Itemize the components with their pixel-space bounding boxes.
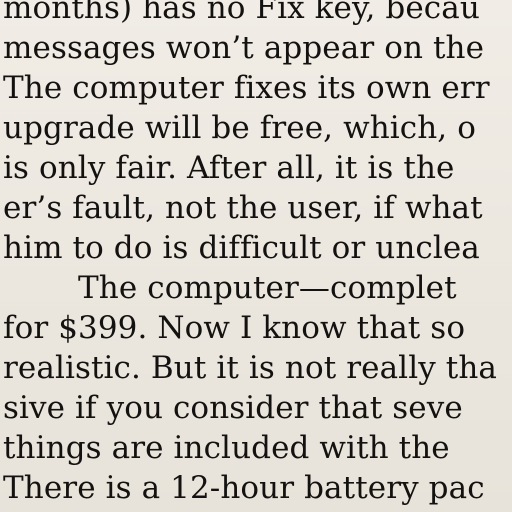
- text-line-1: months) has no Fix key, becau: [3, 0, 480, 26]
- text-line-6: er’s fault, not the user, if what: [3, 190, 483, 226]
- text-line-2: messages won’t appear on the: [3, 30, 485, 66]
- text-line-3: The computer fixes its own err: [3, 70, 490, 106]
- text-line-5: is only fair. After all, it is the: [3, 150, 455, 186]
- text-line-9: for $399. Now I know that so: [3, 310, 466, 346]
- text-line-13: There is a 12-hour battery pac: [3, 470, 485, 506]
- text-line-7: him to do is difficult or unclea: [3, 230, 480, 266]
- text-line-4: upgrade will be free, which, o: [3, 110, 476, 146]
- text-line-12: things are included with the: [3, 430, 450, 466]
- newspaper-clipping: months) has no Fix key, becau messages w…: [0, 0, 512, 512]
- text-line-8-paragraph-start: The computer—complet: [78, 270, 457, 306]
- text-line-11: sive if you consider that seve: [3, 390, 463, 426]
- text-line-10: realistic. But it is not really tha: [3, 350, 497, 386]
